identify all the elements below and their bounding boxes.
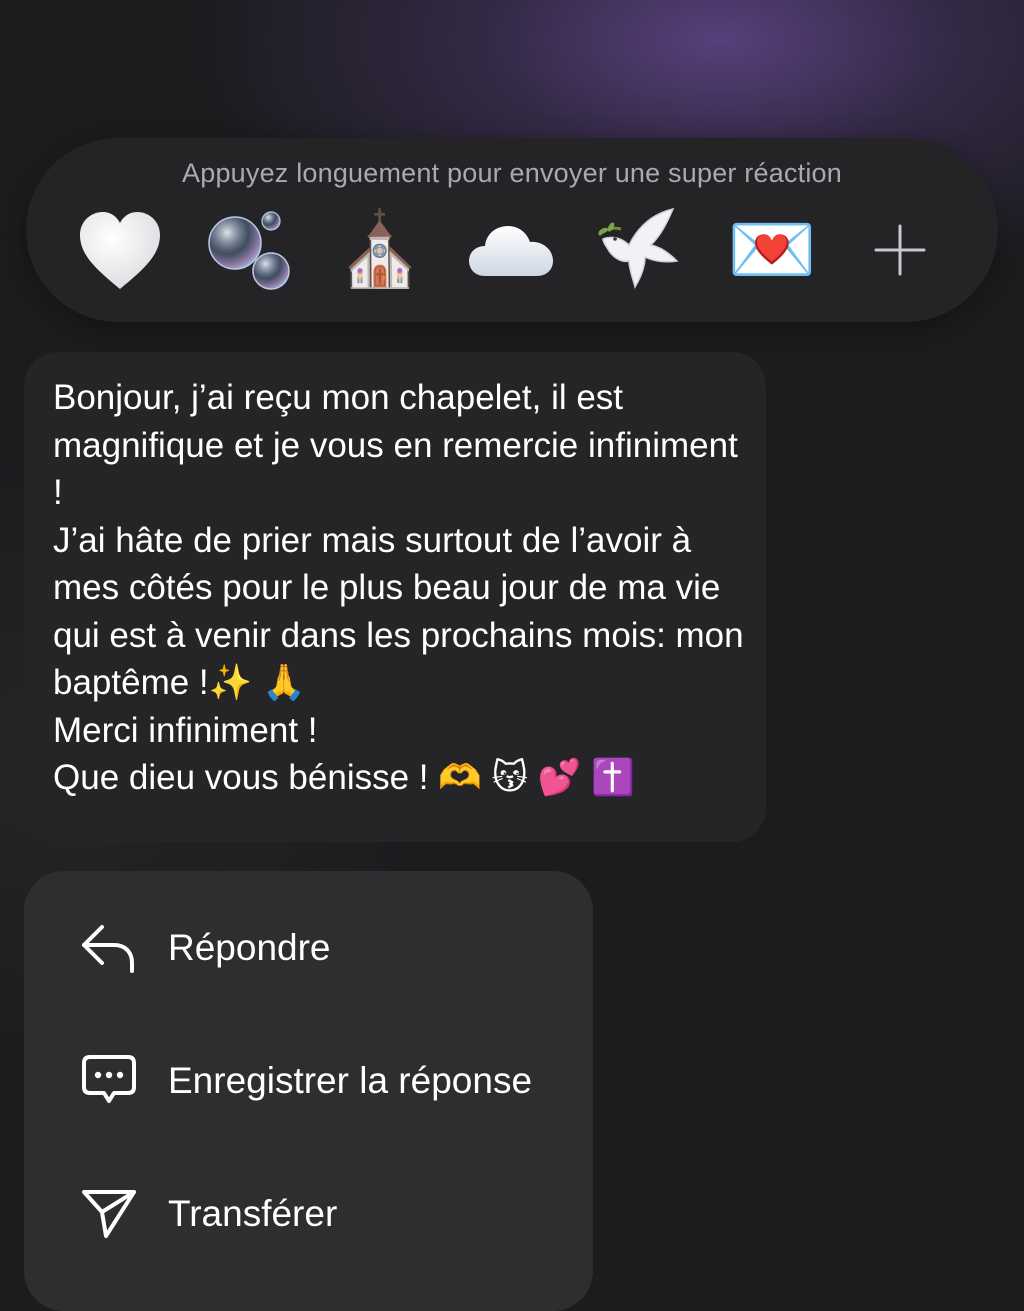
plus-icon <box>874 224 926 276</box>
save-reply-label: Enregistrer la réponse <box>168 1060 533 1101</box>
reply-arrow-icon <box>80 919 138 977</box>
paper-plane-icon <box>80 1185 138 1243</box>
chat-bubble-dots-icon <box>80 1052 138 1110</box>
reaction-list: ⛪ 💌 <box>26 200 998 300</box>
dove-icon <box>597 207 679 289</box>
action-menu: Répondre Enregistrer la réponse Transfér… <box>24 871 593 1311</box>
love-letter-reaction[interactable]: 💌 <box>722 200 822 300</box>
forward-label: Transférer <box>168 1193 338 1234</box>
bubbles-icon <box>208 211 290 290</box>
reply-label: Répondre <box>168 927 331 968</box>
cloud-reaction[interactable] <box>462 200 562 300</box>
add-reaction-button[interactable] <box>850 200 950 300</box>
white-heart-icon <box>80 212 160 289</box>
reaction-hint: Appuyez longuement pour envoyer une supe… <box>182 158 842 188</box>
save-reply-menu-item[interactable]: Enregistrer la réponse <box>24 1031 593 1131</box>
church-reaction[interactable]: ⛪ <box>330 200 430 300</box>
reaction-bar: Appuyez longuement pour envoyer une supe… <box>26 138 998 322</box>
church-icon: ⛪ <box>335 210 425 290</box>
forward-menu-item[interactable]: Transférer <box>24 1164 593 1264</box>
dove-reaction[interactable] <box>590 200 690 300</box>
bubbles-reaction[interactable] <box>200 200 300 300</box>
white-heart-reaction[interactable] <box>70 200 170 300</box>
reply-menu-item[interactable]: Répondre <box>24 898 593 998</box>
message-text: Bonjour, j’ai reçu mon chapelet, il est … <box>53 378 744 797</box>
love-letter-icon: 💌 <box>727 210 817 290</box>
cloud-icon <box>469 226 553 276</box>
message-bubble[interactable]: Bonjour, j’ai reçu mon chapelet, il est … <box>24 352 766 842</box>
